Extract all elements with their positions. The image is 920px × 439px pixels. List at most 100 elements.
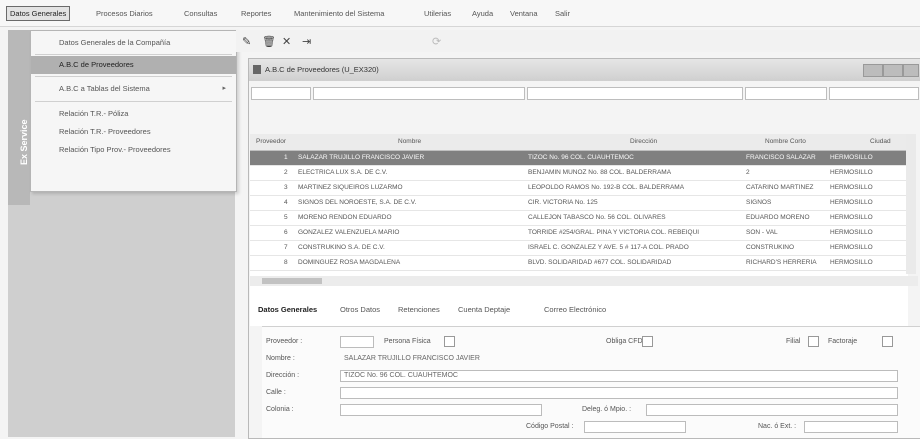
grid-vertical-scrollbar[interactable] <box>906 134 916 274</box>
tab-datos-generales[interactable]: Datos Generales <box>258 305 317 314</box>
cell-nombre-corto: RICHARD'S HERRERIA <box>746 259 817 266</box>
table-row[interactable]: 8 DOMINGUEZ ROSA MAGDALENA BLVD. SOLIDARID… <box>250 256 908 271</box>
filter-nombre[interactable] <box>313 87 525 100</box>
detail-tabs: Datos Generales Otros Datos Retenciones … <box>258 305 918 319</box>
menu-consultas[interactable]: Consultas <box>184 9 217 18</box>
table-row[interactable]: 4 SIGNOS DEL NOROESTE, S.A. DE C.V. CIR. V… <box>250 196 908 211</box>
colonia-label: Colonia : <box>266 406 294 413</box>
proveedor-form: Proveedor : Persona Física Obliga CFDI F… <box>262 326 920 438</box>
dropdown-item-relacion-proveedores[interactable]: Relación T.R.- Proveedores <box>31 123 236 141</box>
cell-proveedor-num: 8 <box>284 259 288 266</box>
cell-nombre-corto: SON - VAL <box>746 229 778 236</box>
window-title-bar: A.B.C de Proveedores (U_EX320) <box>249 59 920 81</box>
direccion-field[interactable]: TIZOC No. 96 COL. CUAUHTEMOC <box>340 370 898 382</box>
menu-procesos-diarios[interactable]: Procesos Diarios <box>96 9 153 18</box>
tab-retenciones[interactable]: Retenciones <box>398 305 440 314</box>
menu-salir[interactable]: Salir <box>555 9 570 18</box>
codigo-postal-label: Código Postal : <box>526 423 574 430</box>
calle-label: Calle : <box>266 389 286 396</box>
menu-utilerias[interactable]: Utilerias <box>424 9 451 18</box>
scrollbar-thumb[interactable] <box>262 278 322 284</box>
cell-proveedor-num: 3 <box>284 184 288 191</box>
cell-nombre-corto: EDUARDO MORENO <box>746 214 810 221</box>
cell-ciudad: HERMOSILLO <box>830 244 873 251</box>
nac-ext-label: Nac. ó Ext. : <box>758 423 797 430</box>
direccion-label: Dirección : <box>266 372 300 379</box>
obliga-cfdi-checkbox[interactable] <box>642 336 653 347</box>
cell-nombre: SALAZAR TRUJILLO FRANCISCO JAVIER <box>298 154 425 161</box>
proveedor-field[interactable] <box>340 336 374 348</box>
grid-horizontal-scrollbar[interactable] <box>250 276 918 286</box>
nombre-value[interactable]: SALAZAR TRUJILLO FRANCISCO JAVIER <box>344 355 480 362</box>
edit-icon[interactable]: ✎ <box>242 35 251 48</box>
nombre-label: Nombre : <box>266 355 295 362</box>
cell-direccion: TIZOC No. 96 COL. CUAUHTEMOC <box>528 154 634 161</box>
menu-ventana[interactable]: Ventana <box>510 9 538 18</box>
dropdown-item-abc-tablas[interactable]: A.B.C a Tablas del Sistema ▸ <box>31 80 236 98</box>
cell-proveedor-num: 5 <box>284 214 288 221</box>
dropdown-item-abc-proveedores[interactable]: A.B.C de Proveedores <box>31 56 236 74</box>
dropdown-item-label: A.B.C a Tablas del Sistema <box>59 84 150 93</box>
refresh-icon[interactable]: ⟳ <box>432 35 441 48</box>
codigo-postal-field[interactable] <box>584 421 686 433</box>
factoraje-checkbox[interactable] <box>882 336 893 347</box>
filter-ciudad[interactable] <box>829 87 919 100</box>
deleg-mpio-field[interactable] <box>646 404 898 416</box>
close-window-button[interactable] <box>903 64 919 77</box>
export-icon[interactable]: ⇥ <box>302 35 311 48</box>
col-header-direccion[interactable]: Dirección <box>630 138 657 145</box>
col-header-ciudad[interactable]: Ciudad <box>870 138 891 145</box>
persona-fisica-checkbox[interactable] <box>444 336 455 347</box>
obliga-cfdi-label: Obliga CFDI <box>606 338 645 345</box>
filter-nombre-corto[interactable] <box>745 87 827 100</box>
table-row[interactable]: 6 GONZALEZ VALENZUELA MARIO TORRIDE #254/G… <box>250 226 908 241</box>
dropdown-item-relacion-tipo-prov[interactable]: Relación Tipo Prov.- Proveedores <box>31 141 236 159</box>
proveedor-label: Proveedor : <box>266 338 303 345</box>
cell-proveedor-num: 7 <box>284 244 288 251</box>
maximize-button[interactable] <box>883 64 903 77</box>
col-header-proveedor[interactable]: Proveedor <box>256 138 286 145</box>
dropdown-separator <box>35 54 232 55</box>
cell-direccion: BENJAMIN MUÑOZ No. 88 COL. BALDERRAMA <box>528 169 672 176</box>
dropdown-separator <box>35 76 232 77</box>
table-row[interactable]: 2 ELECTRICA LUX S.A. DE C.V. BENJAMIN MUÑO… <box>250 166 908 181</box>
delete-icon[interactable]: 🗑 <box>262 35 276 48</box>
col-header-nombre[interactable]: Nombre <box>398 138 421 145</box>
tab-cuenta-deptaje[interactable]: Cuenta Deptaje <box>458 305 510 314</box>
dropdown-separator <box>35 101 232 102</box>
cell-ciudad: HERMOSILLO <box>830 259 873 266</box>
filter-direccion[interactable] <box>527 87 743 100</box>
dropdown-item-datos-compania[interactable]: Datos Generales de la Compañía <box>31 34 236 52</box>
submenu-arrow-icon: ▸ <box>222 85 226 92</box>
tab-correo-electronico[interactable]: Correo Electrónico <box>544 305 606 314</box>
side-strip: Ex Service <box>8 30 30 205</box>
close-icon[interactable]: ✕ <box>282 35 291 48</box>
cell-ciudad: HERMOSILLO <box>830 229 873 236</box>
cell-nombre-corto: SIGNOS <box>746 199 772 206</box>
cell-direccion: TORRIDE #254/GRAL. PIÑA Y VICTORIA COL. … <box>528 229 700 236</box>
filter-proveedor[interactable] <box>251 87 311 100</box>
dropdown-item-relacion-poliza[interactable]: Relación T.R.- Póliza <box>31 105 236 123</box>
filial-label: Filial <box>786 338 801 345</box>
toolbar: ✎ 🗑 ✕ ⇥ ⟳ <box>236 30 920 52</box>
menu-mantenimiento[interactable]: Mantenimiento del Sistema <box>294 9 384 18</box>
factoraje-label: Factoraje <box>828 338 858 345</box>
cell-ciudad: HERMOSILLO <box>830 169 873 176</box>
colonia-field[interactable] <box>340 404 542 416</box>
minimize-button[interactable] <box>863 64 883 77</box>
filial-checkbox[interactable] <box>808 336 819 347</box>
nac-ext-field[interactable] <box>804 421 898 433</box>
cell-direccion: CALLEJON TABASCO No. 56 COL. OLIVARES <box>528 214 666 221</box>
menu-reportes[interactable]: Reportes <box>241 9 271 18</box>
table-row[interactable]: 3 MARTINEZ SIQUEIROS LUZARMO LEOPOLDO RAMO… <box>250 181 908 196</box>
menu-ayuda[interactable]: Ayuda <box>472 9 493 18</box>
cell-nombre: SIGNOS DEL NOROESTE, S.A. DE C.V. <box>298 199 417 206</box>
menu-datos-generales[interactable]: Datos Generales <box>6 6 71 21</box>
col-header-nombre-corto[interactable]: Nombre Corto <box>765 138 806 145</box>
table-row[interactable]: 7 CONSTRUKINO S.A. DE C.V. ISRAEL C. GONZA… <box>250 241 908 256</box>
table-row[interactable]: 5 MORENO RENDON EDUARDO CALLEJON TABASCO N… <box>250 211 908 226</box>
table-row[interactable]: 1 SALAZAR TRUJILLO FRANCISCO JAVIER TIZOC … <box>250 151 908 166</box>
tab-otros-datos[interactable]: Otros Datos <box>340 305 380 314</box>
dropdown-item-label: Relación Tipo Prov.- Proveedores <box>59 145 171 154</box>
calle-field[interactable] <box>340 387 898 399</box>
